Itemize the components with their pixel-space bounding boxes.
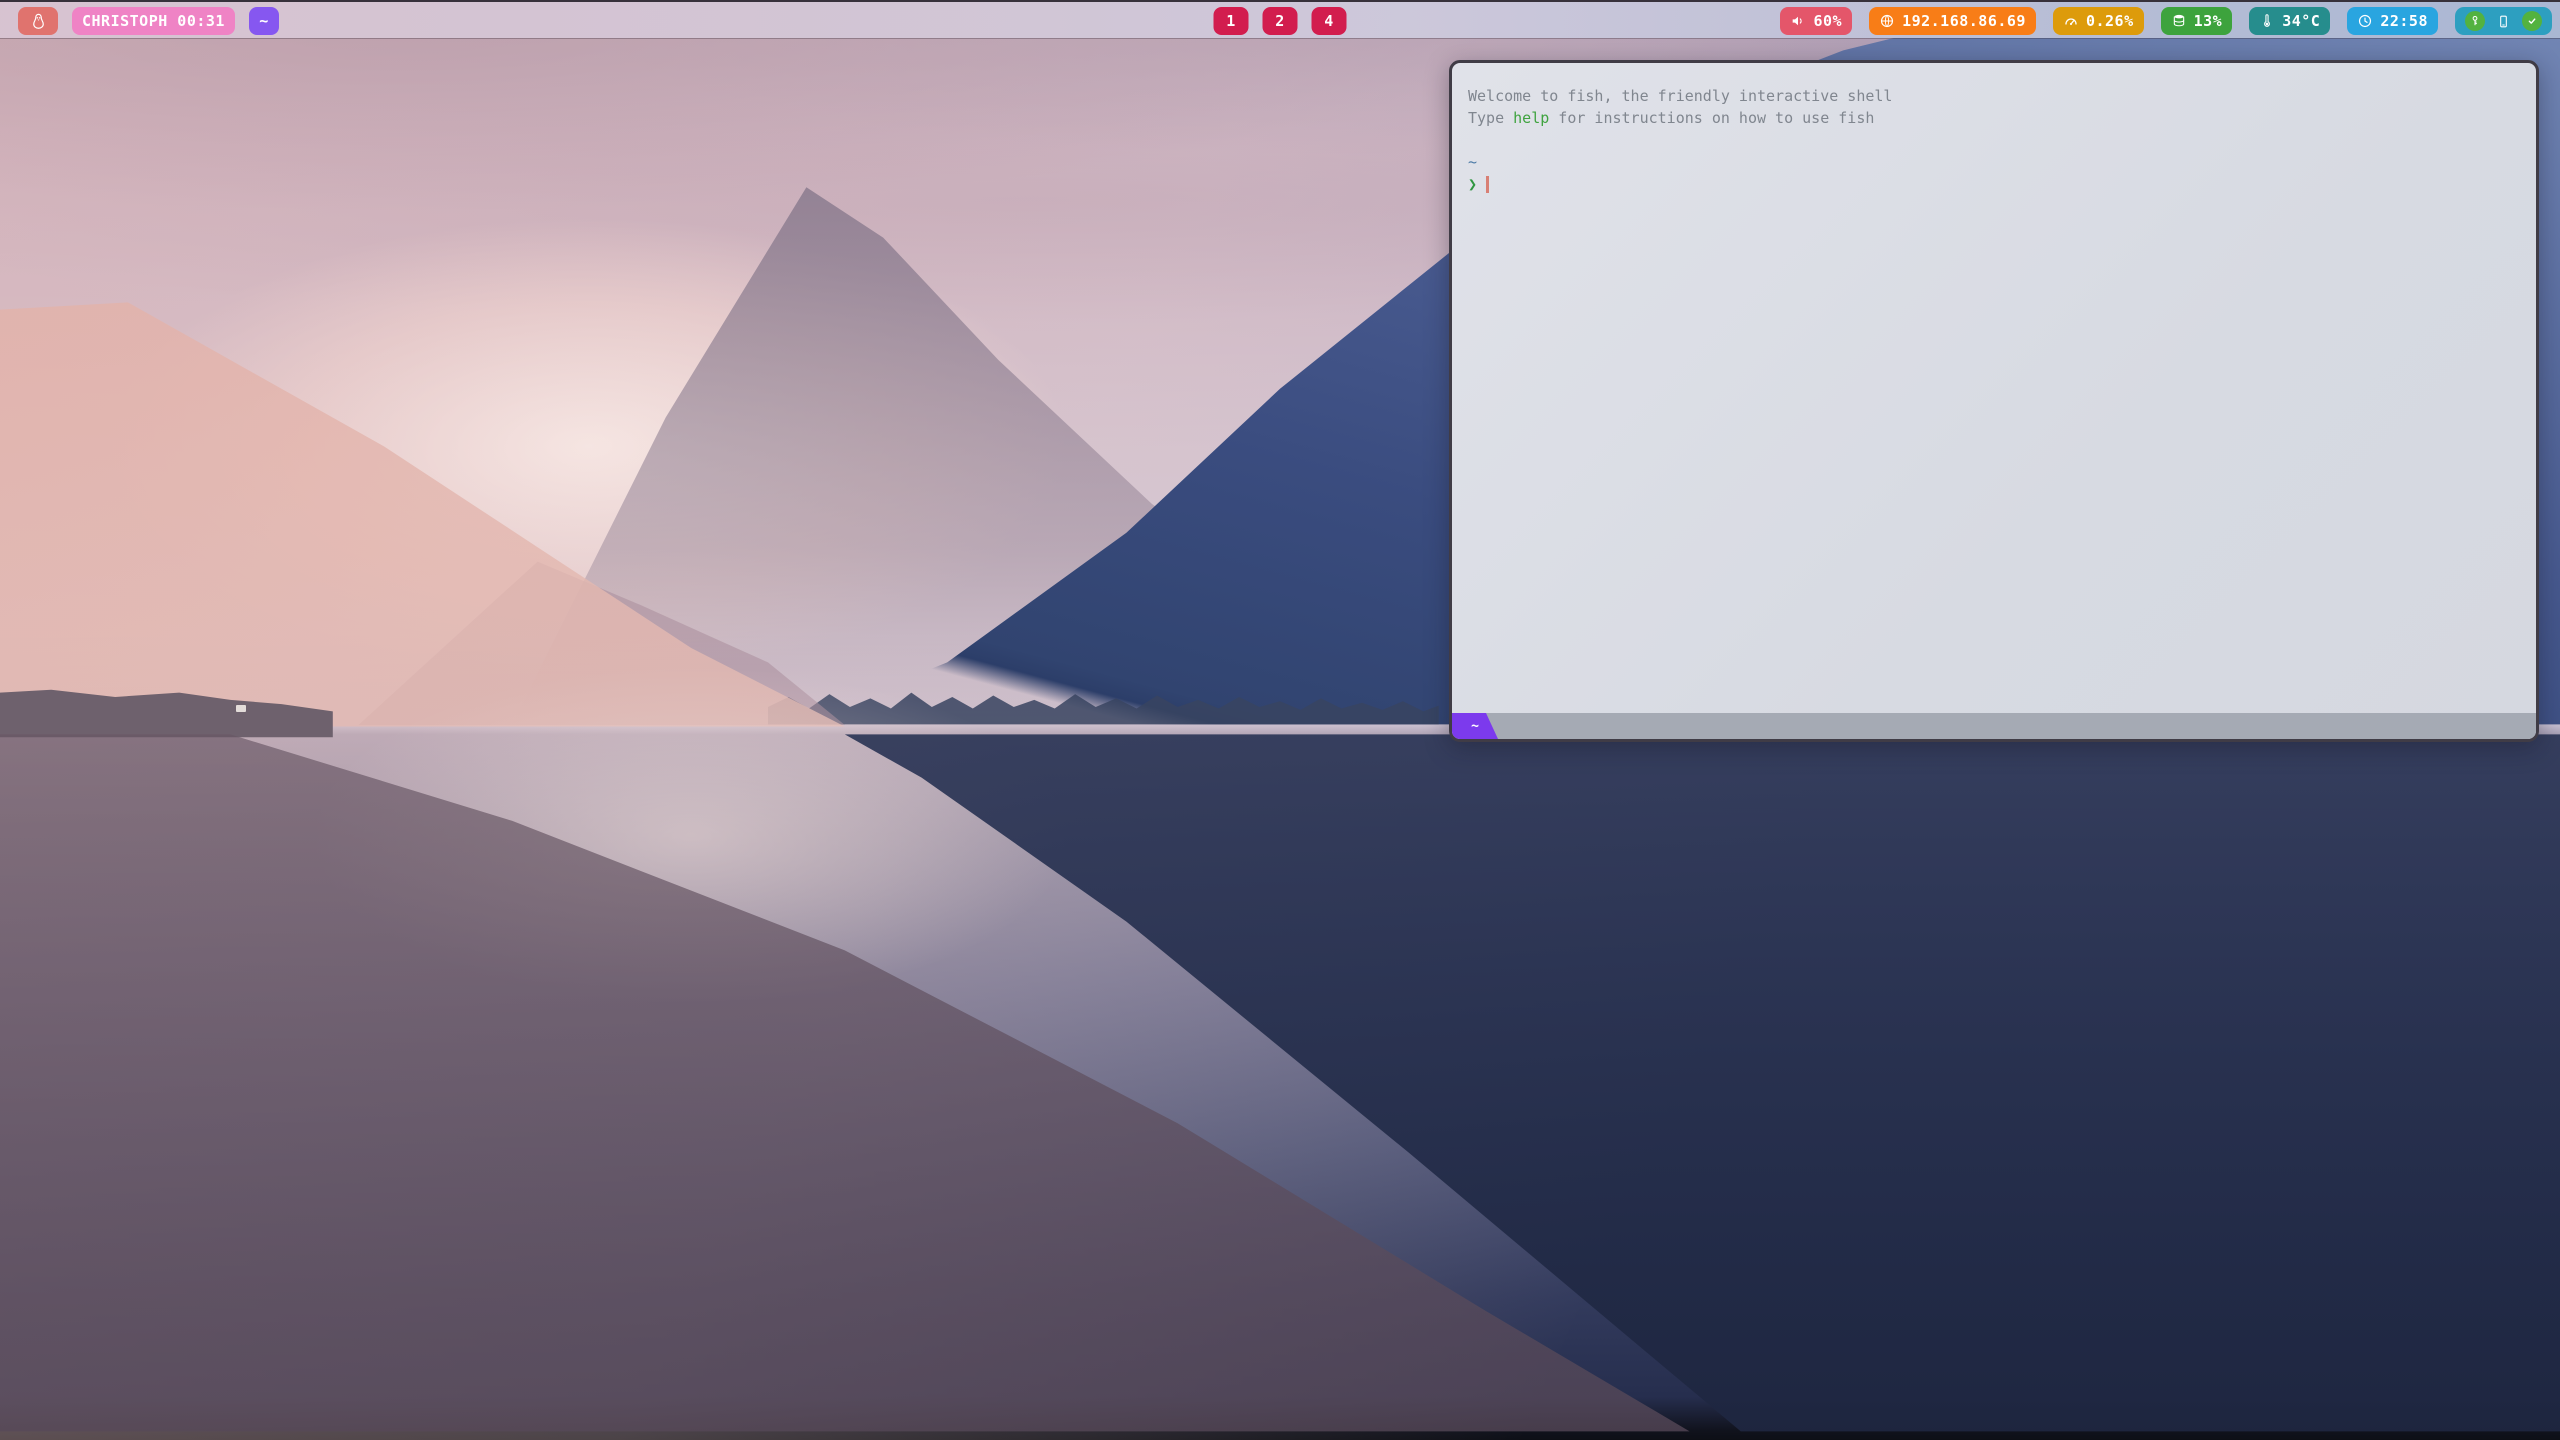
terminal-cursor [1486, 176, 1489, 193]
clock-icon [2357, 13, 2373, 29]
terminal-prompt-line: ❯ [1468, 173, 2518, 195]
database-icon [2171, 13, 2187, 29]
memory-value: 13% [2194, 12, 2223, 30]
workspace-button-4[interactable]: 4 [1312, 7, 1347, 35]
workspace-switcher: 1 2 4 [1214, 7, 1347, 35]
network-module[interactable]: 192.168.86.69 [1869, 7, 2036, 35]
key-icon[interactable] [2465, 11, 2485, 31]
active-workspace-label: ~ [259, 12, 269, 30]
terminal-tab-home[interactable]: ~ [1452, 713, 1498, 739]
terminal-content[interactable]: Welcome to fish, the friendly interactiv… [1452, 63, 2536, 713]
status-bar: CHRISTOPH 00:31 ~ 1 2 4 [0, 0, 2560, 38]
volume-value: 60% [1813, 12, 1842, 30]
checkmark-icon[interactable] [2522, 11, 2542, 31]
desktop: CHRISTOPH 00:31 ~ 1 2 4 [0, 0, 2560, 1440]
status-bar-left: CHRISTOPH 00:31 ~ [18, 7, 279, 35]
prompt-symbol: ❯ [1468, 175, 1477, 193]
speaker-icon [1790, 13, 1806, 29]
tux-penguin-icon [29, 12, 48, 31]
user-session-label: CHRISTOPH 00:31 [82, 12, 225, 30]
thermometer-icon [2259, 13, 2275, 29]
system-tray [2455, 7, 2552, 35]
help-command-text: help [1513, 109, 1549, 127]
terminal-welcome-line1: Welcome to fish, the friendly interactiv… [1468, 85, 2518, 107]
workspace-button-1[interactable]: 1 [1214, 7, 1249, 35]
cpu-module[interactable]: 0.26% [2053, 7, 2144, 35]
temperature-value: 34°C [2282, 12, 2320, 30]
workspace-label: 2 [1275, 12, 1285, 30]
os-launcher-button[interactable] [18, 7, 58, 35]
smartphone-icon[interactable] [2496, 12, 2511, 31]
clock-value: 22:58 [2380, 12, 2428, 30]
status-bar-right: 60% 192.168.86.69 [1780, 7, 2552, 35]
clock-module[interactable]: 22:58 [2347, 7, 2438, 35]
terminal-tab-label: ~ [1471, 719, 1479, 734]
volume-module[interactable]: 60% [1780, 7, 1852, 35]
terminal-window: Welcome to fish, the friendly interactiv… [1449, 60, 2539, 742]
cpu-value: 0.26% [2086, 12, 2134, 30]
terminal-tab-bar: ~ [1452, 713, 2536, 739]
terminal-welcome-line2: Type help for instructions on how to use… [1468, 107, 2518, 129]
user-session-badge[interactable]: CHRISTOPH 00:31 [72, 7, 235, 35]
workspace-label: 4 [1324, 12, 1334, 30]
terminal-cwd: ~ [1468, 151, 2518, 173]
temperature-module[interactable]: 34°C [2249, 7, 2330, 35]
gauge-icon [2063, 13, 2079, 29]
network-ip-value: 192.168.86.69 [1902, 12, 2026, 30]
workspace-button-2[interactable]: 2 [1263, 7, 1298, 35]
globe-icon [1879, 13, 1895, 29]
memory-module[interactable]: 13% [2161, 7, 2233, 35]
active-workspace-badge[interactable]: ~ [249, 7, 279, 35]
workspace-label: 1 [1226, 12, 1236, 30]
terminal-blank-line [1468, 129, 2518, 151]
